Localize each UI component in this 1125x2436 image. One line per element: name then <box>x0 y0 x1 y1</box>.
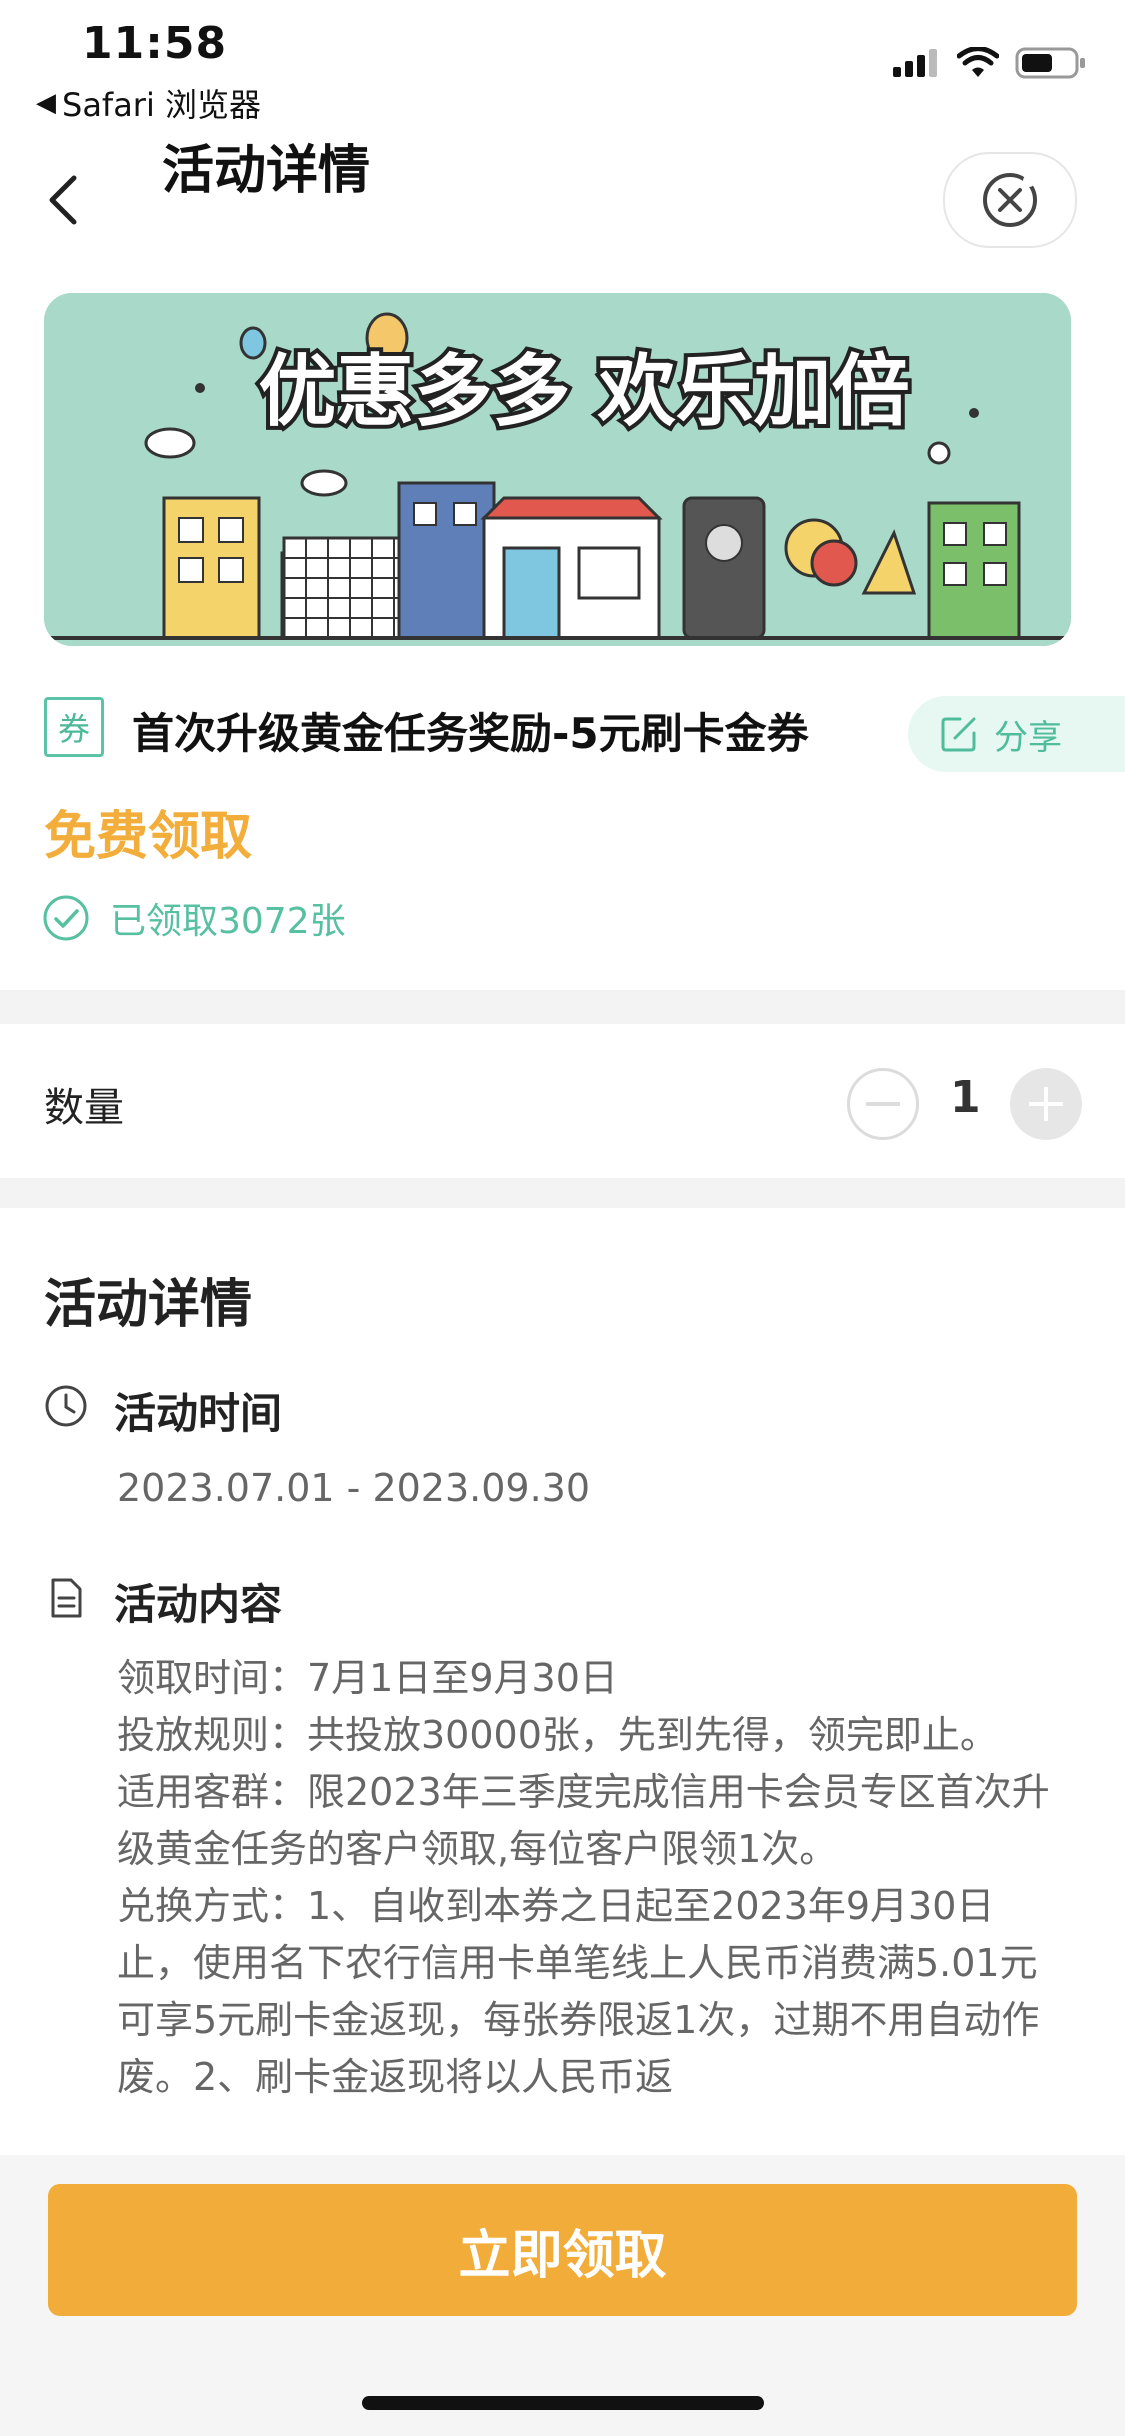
back-app-label: Safari 浏览器 <box>62 86 262 124</box>
banner-headline: 优惠多多 欢乐加倍 <box>258 347 909 437</box>
chevron-left-icon <box>49 175 77 225</box>
content-line: 适用客群：限2023年三季度完成信用卡会员专区首次升级黄金任务的客户领取,每位客… <box>117 1770 1050 1871</box>
back-triangle-icon: ◀ <box>36 88 56 118</box>
quantity-label: 数量 <box>44 1085 124 1131</box>
document-icon <box>51 1578 82 1618</box>
content-line: 兑换方式：1、自收到本券之日起至2023年9月30日止，使用名下农行信用卡单笔线… <box>117 1884 1040 2099</box>
promo-banner: 优惠多多 欢乐加倍 <box>44 293 1071 646</box>
price-label: 免费领取 <box>44 807 253 867</box>
clock-icon <box>45 1385 87 1427</box>
share-label: 分享 <box>994 717 1062 758</box>
content-line: 领取时间：7月1日至9月30日 <box>117 1656 618 1700</box>
status-icons <box>893 46 1087 80</box>
claim-now-button[interactable]: 立即领取 <box>48 2184 1077 2316</box>
quantity-increase-button[interactable] <box>1010 1068 1082 1140</box>
share-edit-icon <box>941 717 976 752</box>
status-time: 11:58 <box>82 18 228 69</box>
coupon-title: 首次升级黄金任务奖励-5元刷卡金券 <box>132 709 809 758</box>
minus-icon <box>866 1102 900 1106</box>
details-title: 活动详情 <box>44 1275 253 1335</box>
wifi-icon <box>957 47 999 77</box>
home-indicator[interactable] <box>362 2396 764 2410</box>
activity-date-range: 2023.07.01 - 2023.09.30 <box>117 1466 591 1510</box>
signal-icon <box>893 49 937 77</box>
close-button[interactable] <box>943 152 1077 248</box>
back-button[interactable] <box>40 168 88 232</box>
section-divider <box>0 990 1125 1024</box>
close-circle-icon <box>983 173 1037 227</box>
battery-icon <box>1015 47 1085 79</box>
banner-illustration: 优惠多多 欢乐加倍 <box>44 293 1071 646</box>
check-circle-icon <box>43 895 89 941</box>
content-line: 投放规则：共投放30000张，先到先得，领完即止。 <box>117 1713 998 1757</box>
activity-time-heading: 活动时间 <box>114 1389 283 1438</box>
back-to-app-link[interactable]: ◀ Safari 浏览器 <box>36 80 261 126</box>
coupon-tag: 券 <box>44 697 104 757</box>
claimed-count: 已领取3072张 <box>42 892 346 944</box>
section-divider <box>0 1178 1125 1208</box>
activity-content-heading: 活动内容 <box>114 1580 283 1629</box>
page-title: 活动详情 <box>162 141 371 201</box>
share-button[interactable]: 分享 <box>908 696 1125 772</box>
activity-content: 领取时间：7月1日至9月30日 投放规则：共投放30000张，先到先得，领完即止… <box>117 1650 1067 2106</box>
quantity-decrease-button[interactable] <box>847 1068 919 1140</box>
claimed-text: 已领取3072张 <box>110 901 346 942</box>
quantity-value: 1 <box>950 1072 981 1123</box>
